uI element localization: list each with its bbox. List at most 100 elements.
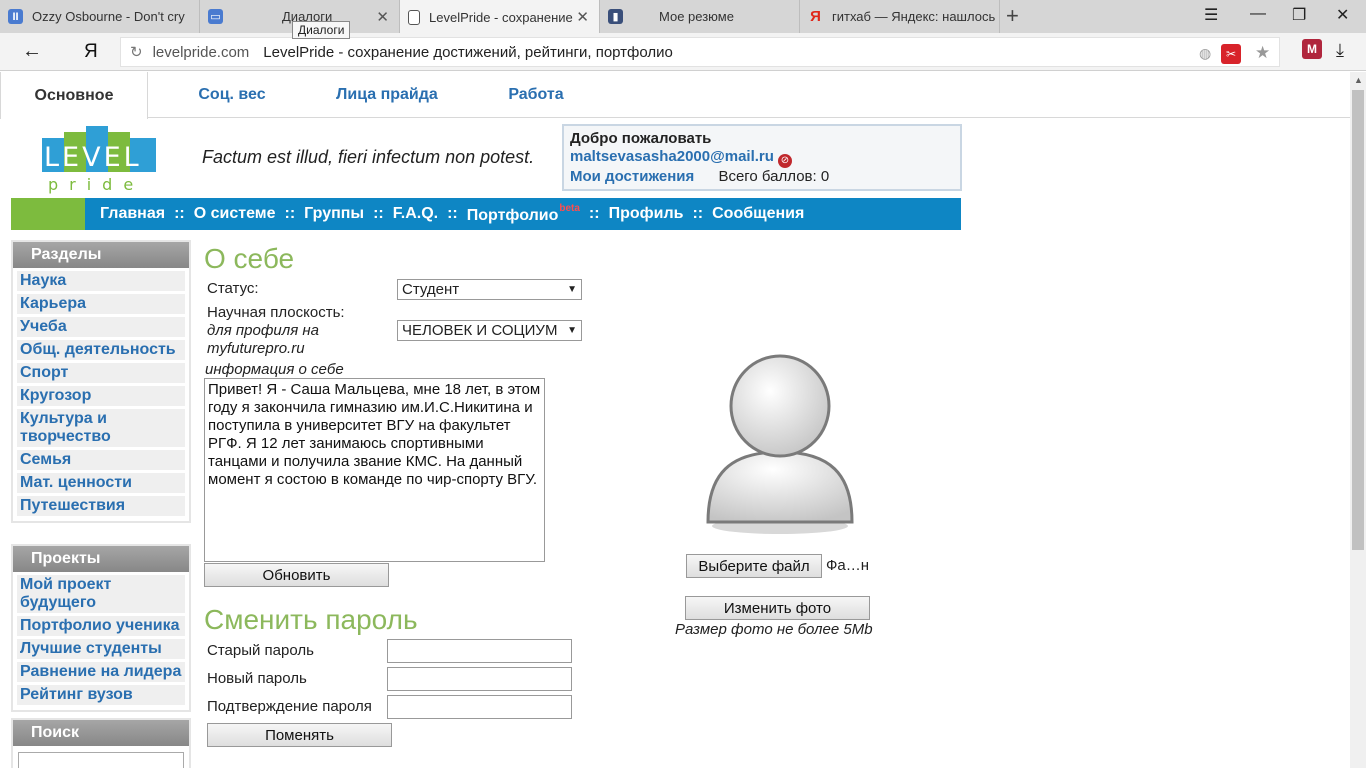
old-password-field[interactable] — [387, 639, 572, 663]
yandex-icon: Я — [810, 8, 821, 25]
new-password-field[interactable] — [387, 667, 572, 691]
nav-portfolio[interactable]: Портфолиоbeta — [467, 203, 580, 225]
sidebar-item-material-values[interactable]: Мат. ценности — [17, 473, 185, 493]
minimize-icon[interactable]: — — [1250, 5, 1266, 23]
user-email-link[interactable]: maltsevasasha2000@mail.ru — [570, 148, 774, 165]
tab-title: Мое резюме — [659, 9, 734, 24]
nav-separator: :: — [692, 205, 704, 222]
nav-profile[interactable]: Профиль — [609, 205, 684, 223]
change-password-button[interactable]: Поменять — [207, 723, 392, 747]
tab-title: Ozzy Osbourne - Don't cry — [32, 9, 185, 24]
sidebar-search: Поиск — [11, 718, 191, 768]
nav-separator: :: — [373, 205, 384, 222]
sidebar-item-career[interactable]: Карьера — [17, 294, 185, 314]
plane-select[interactable]: ЧЕЛОВЕК И СОЦИУМ ▼ — [397, 320, 582, 341]
about-textarea[interactable]: Привет! Я - Саша Мальцева, мне 18 лет, в… — [204, 378, 545, 562]
reload-icon[interactable]: ↻ — [130, 43, 143, 61]
logo-text-level: LEVEL — [44, 142, 142, 173]
sidebar-item-outlook[interactable]: Кругозор — [17, 386, 185, 406]
back-arrow-icon[interactable]: ← — [22, 40, 42, 63]
nav-separator: :: — [588, 205, 600, 222]
page-icon — [408, 9, 420, 25]
tab-work[interactable]: Работа — [494, 72, 578, 118]
confirm-password-field[interactable] — [387, 695, 572, 719]
close-tab-icon[interactable]: ✕ — [376, 8, 389, 26]
status-select[interactable]: Студент ▼ — [397, 279, 582, 300]
sidebar-item-best-students[interactable]: Лучшие студенты — [17, 639, 185, 659]
bookmark-star-icon[interactable]: ★ — [1255, 43, 1270, 63]
nav-separator: :: — [284, 205, 296, 222]
sidebar-item-follow-leader[interactable]: Равнение на лидера — [17, 662, 185, 682]
site-motto: Factum est illud, fieri infectum non pot… — [202, 147, 535, 167]
tab-title: LevelPride - сохранение — [429, 9, 573, 25]
info-label: информация о себе — [205, 361, 344, 378]
sidebar-item-science[interactable]: Наука — [17, 271, 185, 291]
menu-icon[interactable]: ☰ — [1204, 5, 1218, 25]
pause-icon: II — [8, 9, 23, 24]
nav-home[interactable]: Главная — [100, 205, 165, 223]
browser-tab-bar: II Ozzy Osbourne - Don't cry ▭ Диалоги ✕… — [0, 0, 1366, 34]
sidebar-item-university-rating[interactable]: Рейтинг вузов — [17, 685, 185, 705]
tab-pride-faces[interactable]: Лица прайда — [318, 72, 456, 118]
close-window-icon[interactable]: ✕ — [1336, 5, 1349, 25]
choose-file-button[interactable]: Выберите файл — [686, 554, 822, 578]
nav-portfolio-label: Портфолио — [466, 207, 559, 224]
scroll-up-icon[interactable]: ▲ — [1354, 75, 1363, 85]
download-icon[interactable]: ⤓ — [1336, 40, 1344, 61]
plane-hint-line1: для профиля на — [207, 322, 319, 339]
update-button[interactable]: Обновить — [204, 563, 389, 587]
file-status: Фа…н — [826, 557, 870, 574]
tab-social-weight[interactable]: Соц. вес — [170, 72, 294, 118]
nav-accent — [11, 198, 85, 230]
avatar-placeholder-icon — [700, 354, 860, 544]
plane-label: Научная плоскость: — [207, 304, 345, 321]
levelpride-logo[interactable]: LEVEL pride — [40, 124, 162, 194]
search-input[interactable] — [18, 752, 184, 768]
address-bar: ← Я ↻ levelpride.com LevelPride - сохран… — [0, 33, 1366, 71]
yandex-logo-icon[interactable]: Я — [84, 41, 98, 63]
browser-tab-yandex[interactable]: Я гитхаб — Яндекс: нашлось — [800, 0, 1000, 33]
total-points: Всего баллов: 0 — [718, 168, 830, 185]
extension-icon[interactable]: M — [1302, 39, 1322, 59]
new-tab-icon[interactable]: + — [1006, 3, 1019, 29]
sidebar-item-culture[interactable]: Культура и творчество — [17, 409, 185, 447]
sidebar-item-social-activity[interactable]: Общ. деятельность — [17, 340, 185, 360]
new-password-label: Новый пароль — [207, 670, 307, 687]
sidebar-item-travel[interactable]: Путешествия — [17, 496, 185, 516]
logo-text-pride: pride — [48, 175, 144, 194]
my-achievements-link[interactable]: Мои достижения — [570, 168, 694, 185]
globe-icon[interactable]: ◍ — [1199, 45, 1211, 62]
change-photo-button[interactable]: Изменить фото — [685, 596, 870, 620]
logout-icon[interactable]: ⊘ — [777, 154, 792, 168]
url-field[interactable]: ↻ levelpride.com LevelPride - сохранение… — [120, 37, 1280, 67]
sidebar-sections-title: Разделы — [13, 242, 189, 268]
sidebar-item-student-portfolio[interactable]: Портфолио ученика — [17, 616, 185, 636]
page-scrollbar[interactable]: ▲ — [1350, 72, 1366, 768]
nav-groups[interactable]: Группы — [304, 205, 364, 223]
tab-tooltip: Диалоги — [292, 21, 351, 39]
sidebar-item-sport[interactable]: Спорт — [17, 363, 185, 383]
dropdown-arrow-icon: ▼ — [565, 321, 577, 340]
password-title: Сменить пароль — [204, 604, 418, 635]
nav-about-system[interactable]: О системе — [194, 205, 276, 223]
tab-main[interactable]: Основное — [0, 72, 148, 119]
sidebar-item-family[interactable]: Семья — [17, 450, 185, 470]
browser-tab-music[interactable]: II Ozzy Osbourne - Don't cry — [0, 0, 200, 33]
sidebar-search-title: Поиск — [13, 720, 189, 746]
nav-messages[interactable]: Сообщения — [712, 205, 804, 223]
sidebar-item-study[interactable]: Учеба — [17, 317, 185, 337]
resume-icon: ▮ — [608, 9, 623, 24]
browser-tab-resume[interactable]: ▮ Мое резюме — [600, 0, 800, 33]
beta-badge: beta — [559, 203, 580, 214]
adblock-icon[interactable]: ✂ — [1221, 44, 1241, 64]
nav-separator: :: — [174, 205, 185, 222]
confirm-password-label: Подтверждение пароля — [207, 698, 372, 715]
browser-tab-levelpride[interactable]: LevelPride - сохранение ✕ — [400, 0, 600, 34]
plane-hint-line2: myfuturepro.ru — [207, 340, 305, 357]
scrollbar-thumb[interactable] — [1352, 90, 1364, 550]
sidebar-item-future-project[interactable]: Мой проект будущего — [17, 575, 185, 613]
restore-icon[interactable]: ❐ — [1292, 5, 1306, 25]
close-tab-icon[interactable]: ✕ — [576, 8, 589, 26]
nav-faq[interactable]: F.A.Q. — [393, 205, 438, 223]
status-label: Статус: — [207, 280, 259, 297]
